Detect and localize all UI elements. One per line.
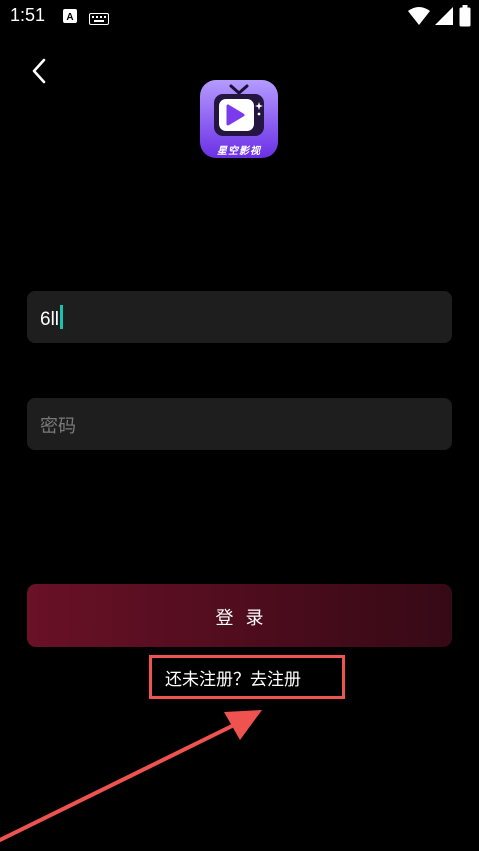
login-button-label: 登录 (215, 608, 276, 629)
login-button[interactable]: 登录 (27, 584, 452, 647)
account-input-text: 6ll (40, 309, 60, 330)
chevron-left-icon (26, 58, 56, 90)
status-bar: 1:51 A (0, 0, 479, 34)
accessibility-a-icon: A (62, 8, 78, 28)
register-link-text: 还未注册？去注册 (165, 670, 301, 690)
annotation-arrow-icon (0, 710, 262, 842)
keyboard-icon (89, 10, 109, 29)
app-logo: 星空影视 (200, 80, 278, 158)
status-time: 1:51 (10, 5, 46, 25)
account-input[interactable]: 6ll (27, 291, 452, 343)
login-screen: 1:51 A 星空影视 6ll 密码 登录 还未注册？去注册 (0, 0, 479, 851)
battery-icon (459, 5, 471, 31)
text-caret (60, 305, 64, 329)
logo-caption: 星空影视 (217, 146, 261, 157)
wifi-icon (408, 6, 430, 30)
password-placeholder: 密码 (40, 416, 76, 437)
signal-icon (434, 6, 454, 30)
back-button[interactable] (26, 56, 56, 86)
svg-text:A: A (66, 12, 73, 23)
password-input[interactable]: 密码 (27, 398, 452, 450)
account-input-value: 6ll (40, 305, 64, 331)
